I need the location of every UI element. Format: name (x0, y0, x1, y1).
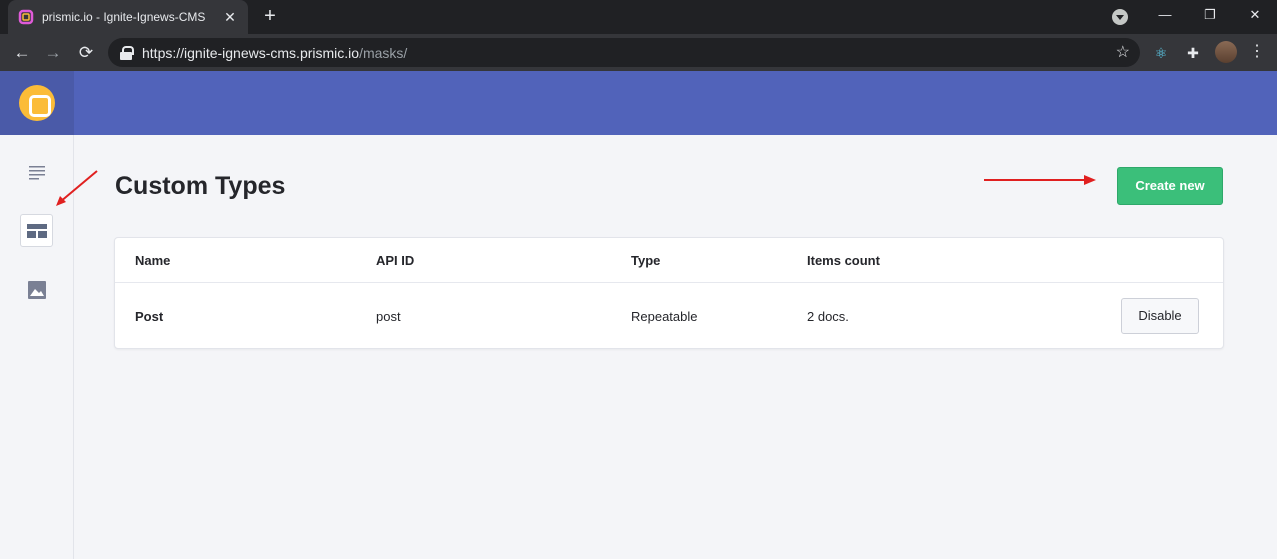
column-header-items-count: Items count (807, 253, 880, 268)
back-button[interactable]: ← (9, 40, 35, 66)
table-header: Name API ID Type Items count (115, 238, 1223, 283)
browser-toolbar: ← → ⟳ https://ignite-ignews-cms.prismic.… (0, 34, 1277, 71)
sidebar-item-documents[interactable] (20, 155, 53, 188)
browser-menu-icon[interactable]: ⋮ (1247, 41, 1267, 63)
reload-button[interactable]: ⟳ (73, 40, 99, 66)
close-window-button[interactable]: ✕ (1240, 5, 1270, 25)
page-title: Custom Types (115, 172, 286, 200)
custom-types-table: Name API ID Type Items count Post post R… (114, 237, 1224, 349)
prismic-logo[interactable] (19, 85, 55, 121)
tab-title: prismic.io - Ignite-Ignews-CMS (42, 10, 206, 24)
address-bar[interactable]: https://ignite-ignews-cms.prismic.io/mas… (108, 38, 1140, 67)
annotation-arrow-sidebar-icon (56, 170, 98, 206)
annotation-arrow-create-icon (984, 175, 1096, 185)
sidebar-item-custom-types[interactable] (20, 214, 53, 247)
logo-area (0, 71, 74, 135)
forward-button[interactable]: → (40, 40, 66, 66)
row-items-count: 2 docs. (807, 309, 849, 324)
prismic-favicon-icon (18, 9, 34, 25)
column-header-api-id: API ID (376, 253, 415, 268)
row-api-id: post (376, 309, 401, 324)
browser-tab-bar: prismic.io - Ignite-Ignews-CMS ✕ + — ❐ ✕ (0, 0, 1277, 34)
tab-search-icon[interactable] (1112, 9, 1128, 25)
url-host: https://ignite-ignews-cms.prismic.io (142, 44, 360, 61)
extensions-puzzle-icon[interactable]: ✚ (1183, 43, 1203, 63)
custom-types-icon (26, 223, 47, 238)
tab-close-icon[interactable]: ✕ (222, 9, 238, 26)
bookmark-star-icon[interactable]: ☆ (1116, 42, 1130, 62)
documents-icon (28, 165, 45, 179)
media-icon (27, 280, 46, 299)
row-name[interactable]: Post (135, 309, 163, 324)
new-tab-button[interactable]: + (258, 5, 282, 29)
sidebar-item-media[interactable] (20, 273, 53, 306)
disable-button[interactable]: Disable (1121, 298, 1199, 334)
browser-tab[interactable]: prismic.io - Ignite-Ignews-CMS ✕ (8, 0, 248, 34)
column-header-name: Name (135, 253, 171, 268)
column-header-type: Type (631, 253, 661, 268)
url-path: /masks/ (359, 44, 408, 61)
react-devtools-icon[interactable]: ⚛ (1151, 43, 1171, 63)
create-new-button[interactable]: Create new (1117, 167, 1223, 205)
row-type: Repeatable (631, 309, 698, 324)
profile-avatar[interactable] (1215, 41, 1237, 63)
minimize-button[interactable]: — (1150, 5, 1180, 25)
restore-button[interactable]: ❐ (1195, 5, 1225, 25)
app-header (74, 71, 1277, 135)
lock-icon (120, 45, 134, 60)
